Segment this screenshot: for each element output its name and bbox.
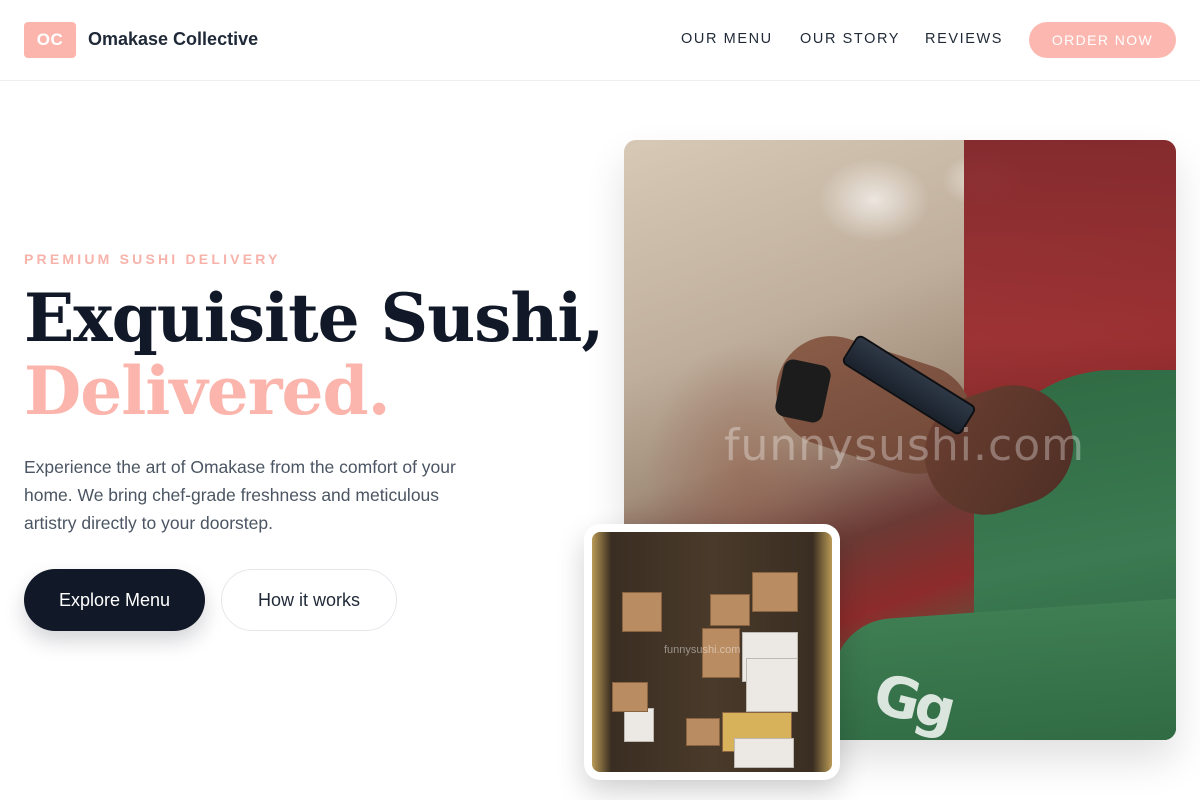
nav-reviews[interactable]: REVIEWS	[925, 31, 1003, 47]
order-now-button[interactable]: ORDER NOW	[1029, 22, 1176, 58]
inset-photo-card: funnysushi.com	[584, 524, 840, 780]
van-packages-photo: funnysushi.com	[592, 532, 832, 772]
hero-description: Experience the art of Omakase from the c…	[24, 457, 456, 533]
hero-eyebrow: PREMIUM SUSHI DELIVERY	[24, 251, 281, 267]
how-it-works-button[interactable]: How it works	[221, 569, 397, 631]
hero-headline: Exquisite Sushi, Delivered.	[24, 279, 604, 430]
logo-badge[interactable]: OC	[24, 22, 76, 58]
nav-our-menu[interactable]: OUR MENU	[681, 31, 773, 47]
headline-line-1: Exquisite Sushi,	[24, 279, 604, 357]
brand-name[interactable]: Omakase Collective	[88, 29, 258, 50]
explore-menu-button[interactable]: Explore Menu	[24, 569, 205, 631]
nav-our-story[interactable]: OUR STORY	[800, 31, 900, 47]
inset-watermark: funnysushi.com	[664, 644, 741, 656]
headline-line-2: Delivered.	[24, 352, 391, 430]
photo-watermark: funnysushi.com	[724, 420, 1085, 471]
site-header: OC Omakase Collective OUR MENU OUR STORY…	[0, 0, 1200, 81]
